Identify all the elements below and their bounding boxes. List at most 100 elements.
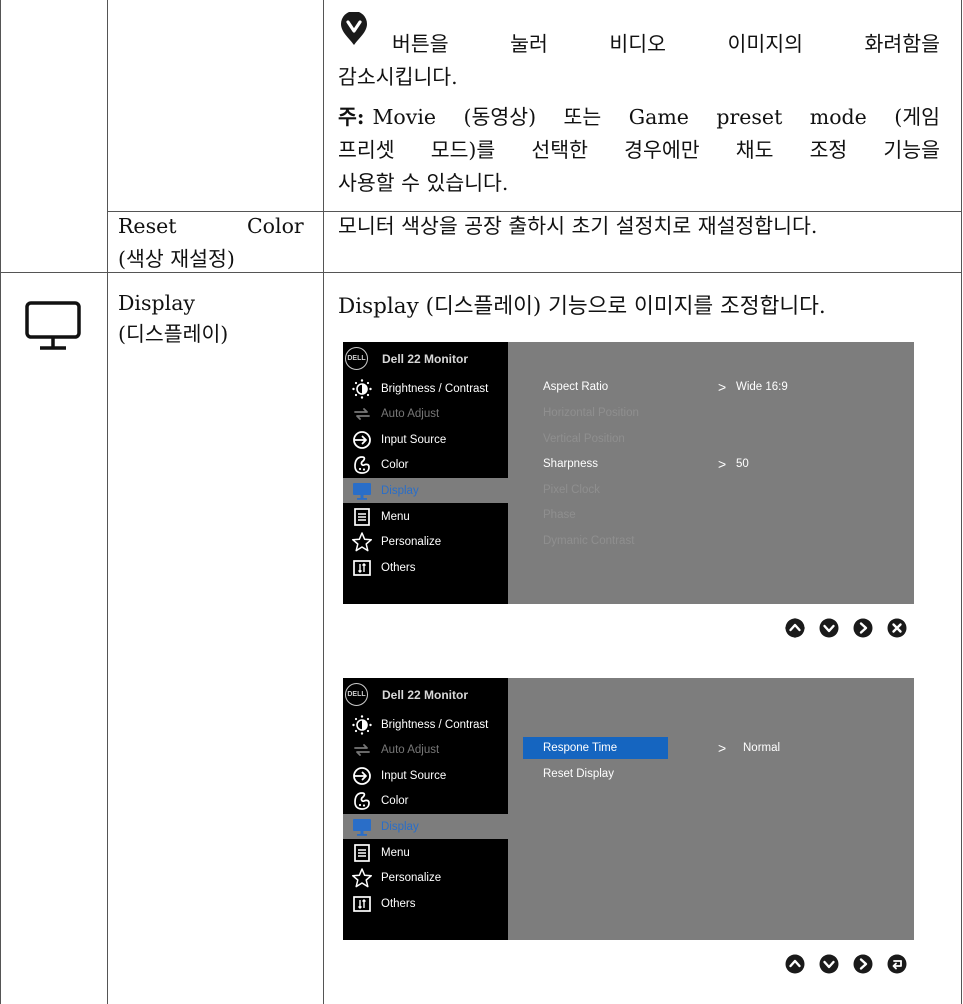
osd-menu-label: Display bbox=[381, 820, 419, 833]
star-icon bbox=[343, 867, 381, 889]
osd-menu-label: Menu bbox=[381, 510, 410, 523]
display-name-line2: (디스플레이) bbox=[118, 322, 229, 346]
osd-option-aspect-ratio[interactable]: Aspect Ratio bbox=[543, 376, 608, 398]
display-icon bbox=[343, 816, 381, 838]
osd-menu-label: Brightness / Contrast bbox=[381, 718, 489, 731]
table-border-right bbox=[961, 0, 962, 1004]
up-icon[interactable] bbox=[784, 953, 806, 975]
osd-menu-label: Input Source bbox=[381, 769, 447, 782]
osd-menu-item-menu[interactable]: Menu bbox=[343, 504, 508, 529]
osd-menu-item-others[interactable]: Others bbox=[343, 555, 508, 580]
osd-menu-label: Auto Adjust bbox=[381, 744, 440, 757]
display-icon bbox=[343, 480, 381, 502]
osd-option-response-time[interactable]: Respone Time bbox=[523, 737, 668, 759]
dell-logo: DELL bbox=[345, 683, 368, 706]
osd-option-pixel-clock: Pixel Clock bbox=[543, 484, 600, 496]
osd-header: DELL Dell 22 Monitor bbox=[345, 682, 468, 707]
osd-response-value: Normal bbox=[743, 742, 781, 754]
menu-icon bbox=[343, 506, 381, 528]
osd-screenshot-display-1: DELL Dell 22 Monitor Brightness / Contra… bbox=[343, 342, 914, 604]
osd-menu-item-input-source[interactable]: Input Source bbox=[343, 427, 508, 452]
osd-menu-label: Brightness / Contrast bbox=[381, 382, 489, 395]
osd-menu-label: Menu bbox=[381, 846, 410, 859]
right-icon[interactable] bbox=[852, 953, 874, 975]
osd-response-arrow: > bbox=[718, 740, 727, 756]
osd-menu-item-auto-adjust[interactable]: Auto Adjust bbox=[343, 738, 508, 763]
osd-menu-item-others[interactable]: Others bbox=[343, 891, 508, 916]
others-icon bbox=[343, 893, 381, 915]
desat-desc-line1: 버튼을 눌러 비디오 이미지의 화려함을 bbox=[392, 32, 940, 56]
osd-menu-label: Others bbox=[381, 561, 416, 574]
desat-desc-line2: 감소시킵니다. bbox=[338, 65, 458, 89]
osd-menu-label: Input Source bbox=[381, 433, 447, 446]
auto-adjust-icon bbox=[343, 739, 381, 761]
osd-menu-item-input-source[interactable]: Input Source bbox=[343, 763, 508, 788]
star-icon bbox=[343, 531, 381, 553]
right-icon[interactable] bbox=[852, 617, 874, 639]
osd-header: DELL Dell 22 Monitor bbox=[345, 346, 468, 371]
display-name-line1: Display bbox=[118, 291, 195, 315]
reset-color-name-b: Color bbox=[247, 214, 304, 238]
back-icon[interactable] bbox=[886, 953, 908, 975]
osd-menu-label: Color bbox=[381, 459, 409, 472]
osd-option-vertical-position: Vertical Position bbox=[543, 433, 625, 445]
osd-menu-item-display[interactable]: Display bbox=[343, 814, 508, 840]
display-desc: Display (디스플레이) 기능으로 이미지를 조정합니다. bbox=[338, 294, 826, 319]
table-border-col1 bbox=[107, 0, 108, 1004]
osd-button-row-2 bbox=[784, 953, 908, 975]
osd-menu-item-brightness-contrast[interactable]: Brightness / Contrast bbox=[343, 712, 508, 737]
osd-sharpness-arrow: > bbox=[718, 456, 727, 472]
monitor-icon bbox=[24, 300, 82, 356]
note-text-line1: Movie (동영상) 또는 Game preset mode (게임 bbox=[372, 105, 940, 129]
osd-button-row-1 bbox=[784, 617, 908, 639]
osd-menu-item-brightness-contrast[interactable]: Brightness / Contrast bbox=[343, 376, 508, 401]
osd-menu-item-personalize[interactable]: Personalize bbox=[343, 866, 508, 891]
color-icon bbox=[343, 454, 381, 476]
osd-menu-item-menu[interactable]: Menu bbox=[343, 840, 508, 865]
brightness-icon bbox=[343, 378, 381, 400]
osd-aspect-arrow: > bbox=[718, 379, 727, 395]
reset-color-name-line2: (색상 재설정) bbox=[118, 247, 235, 271]
input-source-icon bbox=[343, 429, 381, 451]
down-icon[interactable] bbox=[818, 617, 840, 639]
osd-option-reset-display[interactable]: Reset Display bbox=[543, 763, 614, 785]
osd-sharpness-value: 50 bbox=[736, 458, 749, 470]
osd-menu-item-color[interactable]: Color bbox=[343, 789, 508, 814]
table-border-left bbox=[0, 0, 1, 1004]
note-line1: 주: Movie (동영상) 또는 Game preset mode (게임 bbox=[338, 101, 940, 134]
down-button-glyph bbox=[340, 11, 368, 50]
osd-menu-label: Auto Adjust bbox=[381, 408, 440, 421]
close-icon[interactable] bbox=[886, 617, 908, 639]
osd-aspect-value: Wide 16:9 bbox=[736, 381, 788, 393]
reset-color-name-a: Reset bbox=[118, 214, 177, 238]
osd-option-sharpness[interactable]: Sharpness bbox=[543, 453, 598, 475]
dell-logo: DELL bbox=[345, 347, 368, 370]
table-border-col2 bbox=[323, 0, 324, 1004]
input-source-icon bbox=[343, 765, 381, 787]
osd-menu-item-color[interactable]: Color bbox=[343, 453, 508, 478]
osd-menu-label: Personalize bbox=[381, 536, 442, 549]
osd-menu-label: Personalize bbox=[381, 872, 442, 885]
menu-icon bbox=[343, 842, 381, 864]
note-line2: 프리셋 모드)를 선택한 경우에만 채도 조정 기능을 bbox=[338, 138, 940, 162]
color-icon bbox=[343, 790, 381, 812]
osd-screenshot-display-2: DELL Dell 22 Monitor Brightness / Contra… bbox=[343, 678, 914, 940]
note-line3: 사용할 수 있습니다. bbox=[338, 171, 509, 195]
osd-title: Dell 22 Monitor bbox=[382, 687, 469, 702]
osd-menu-label: Color bbox=[381, 795, 409, 808]
osd-option-phase: Phase bbox=[543, 509, 576, 521]
osd-menu-label: Others bbox=[381, 897, 416, 910]
osd-option-dynamic-contrast: Dymanic Contrast bbox=[543, 535, 635, 547]
osd-title: Dell 22 Monitor bbox=[382, 351, 469, 366]
others-icon bbox=[343, 557, 381, 579]
brightness-icon bbox=[343, 714, 381, 736]
auto-adjust-icon bbox=[343, 403, 381, 425]
note-label: 주: bbox=[338, 105, 365, 129]
reset-color-desc: 모니터 색상을 공장 출하시 초기 설정치로 재설정합니다. bbox=[338, 214, 818, 238]
osd-menu-item-display[interactable]: Display bbox=[343, 478, 508, 504]
osd-menu-label: Display bbox=[381, 484, 419, 497]
down-icon[interactable] bbox=[818, 953, 840, 975]
osd-menu-item-auto-adjust[interactable]: Auto Adjust bbox=[343, 402, 508, 427]
up-icon[interactable] bbox=[784, 617, 806, 639]
osd-menu-item-personalize[interactable]: Personalize bbox=[343, 530, 508, 555]
